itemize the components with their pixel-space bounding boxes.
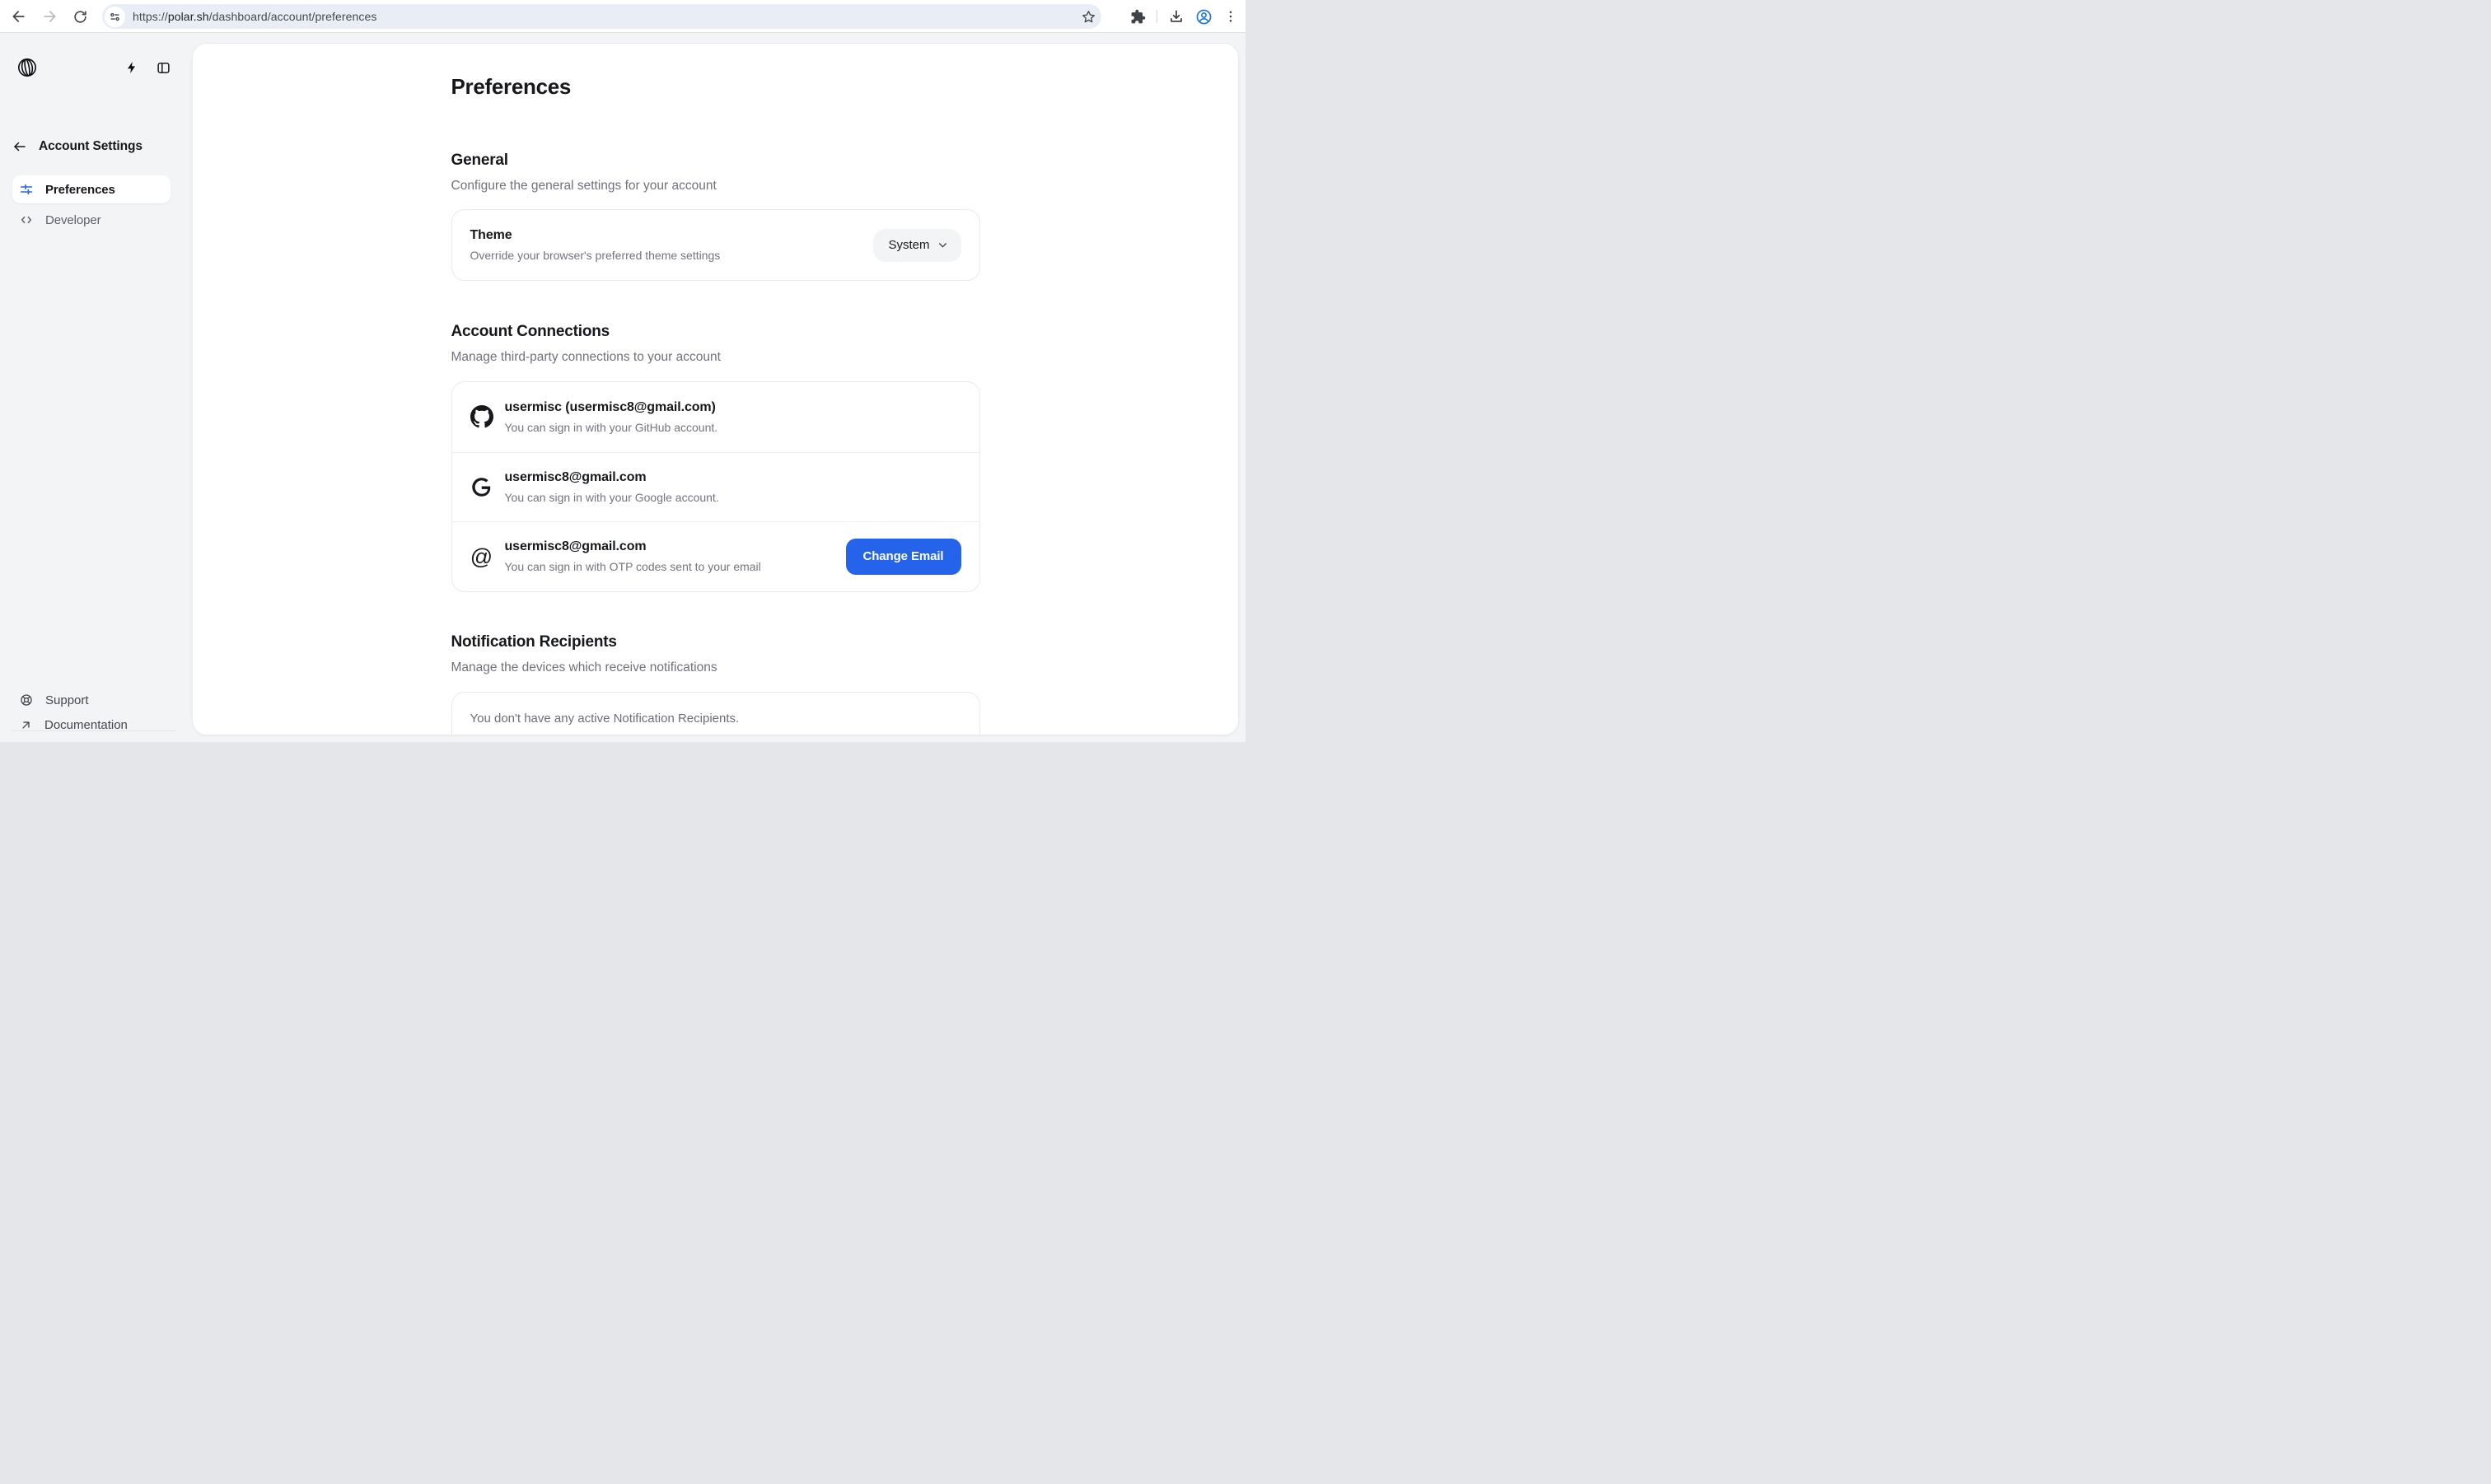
connection-text: usermisc (usermisc8@gmail.com) You can s… (505, 399, 718, 436)
download-icon (1168, 8, 1185, 25)
connection-description: You can sign in with your GitHub account… (505, 420, 718, 436)
sidebar: Account Settings Preferences Developer S… (0, 33, 192, 742)
sidebar-item-label: Documentation (44, 718, 128, 732)
connection-row-email: @ usermisc8@gmail.com You can sign in wi… (452, 521, 979, 591)
connection-title: usermisc8@gmail.com (505, 469, 719, 486)
panel-toggle-icon (157, 61, 171, 75)
connection-row-google: usermisc8@gmail.com You can sign in with… (452, 452, 979, 522)
bookmark-button[interactable] (1081, 9, 1096, 25)
at-sign-icon: @ (470, 545, 493, 568)
sidebar-toggle-button[interactable] (157, 61, 171, 75)
main-panel: Preferences General Configure the genera… (192, 43, 1239, 735)
connection-row-github: usermisc (usermisc8@gmail.com) You can s… (452, 382, 979, 452)
site-info-icon (109, 11, 121, 23)
theme-setting-card: Theme Override your browser's preferred … (451, 209, 980, 281)
url-domain: polar.sh (168, 10, 209, 23)
sidebar-item-preferences[interactable]: Preferences (12, 175, 171, 203)
browser-toolbar: https://polar.sh/dashboard/account/prefe… (0, 0, 1246, 33)
lifebuoy-icon (20, 693, 33, 707)
section-heading-notifications: Notification Recipients (451, 632, 980, 653)
profile-button[interactable] (1195, 8, 1213, 26)
url-scheme: https:// (133, 10, 168, 23)
empty-state-text: You don't have any active Notification R… (470, 711, 961, 727)
sidebar-item-label: Developer (45, 213, 100, 227)
site-info-chip[interactable] (105, 7, 125, 27)
theme-setting-text: Theme Override your browser's preferred … (470, 226, 721, 264)
connection-title: usermisc8@gmail.com (505, 538, 761, 555)
sidebar-item-label: Support (45, 693, 89, 707)
url-path: /dashboard/account/preferences (209, 10, 377, 23)
connection-text: usermisc8@gmail.com You can sign in with… (505, 469, 719, 506)
browser-window: https://polar.sh/dashboard/account/prefe… (0, 0, 1246, 742)
section-heading-general: General (451, 150, 980, 171)
sidebar-item-support[interactable]: Support (12, 688, 171, 712)
code-icon (20, 213, 33, 226)
extensions-icon (1130, 9, 1146, 25)
sidebar-divider (12, 730, 175, 731)
section-description-notifications: Manage the devices which receive notific… (451, 659, 980, 677)
connections-card: usermisc (usermisc8@gmail.com) You can s… (451, 381, 980, 592)
profile-icon (1195, 8, 1213, 26)
sidebar-item-developer[interactable]: Developer (12, 206, 171, 234)
connection-text: usermisc8@gmail.com You can sign in with… (505, 538, 761, 575)
connection-title: usermisc (usermisc8@gmail.com) (505, 399, 718, 416)
connection-description: You can sign in with your Google account… (505, 490, 719, 506)
back-label: Account Settings (39, 139, 143, 154)
change-email-button[interactable]: Change Email (846, 539, 961, 575)
forward-icon (41, 8, 58, 25)
bookmark-star-icon (1081, 9, 1096, 25)
chevron-down-icon (937, 240, 948, 250)
back-icon (11, 8, 27, 25)
section-description-general: Configure the general settings for your … (451, 177, 980, 195)
back-button[interactable] (5, 2, 33, 30)
sidebar-item-documentation[interactable]: Documentation (12, 712, 171, 737)
quick-actions-button[interactable] (125, 61, 138, 74)
theme-selected-value: System (888, 238, 929, 252)
notification-recipients-card: You don't have any active Notification R… (451, 692, 980, 735)
back-arrow-icon (12, 139, 27, 154)
section-heading-connections: Account Connections (451, 321, 980, 343)
theme-label: Theme (470, 226, 721, 244)
forward-button[interactable] (35, 2, 63, 30)
connection-description: You can sign in with OTP codes sent to y… (505, 559, 761, 575)
github-icon (470, 405, 493, 428)
sidebar-item-label: Preferences (45, 183, 115, 197)
page-title: Preferences (451, 73, 980, 100)
reload-button[interactable] (66, 2, 94, 30)
lightning-icon (125, 61, 138, 74)
section-description-connections: Manage third-party connections to your a… (451, 348, 980, 366)
theme-description: Override your browser's preferred theme … (470, 248, 721, 264)
theme-select[interactable]: System (873, 229, 960, 262)
extensions-button[interactable] (1130, 9, 1146, 25)
downloads-button[interactable] (1168, 8, 1185, 25)
back-to-dashboard[interactable]: Account Settings (12, 134, 180, 159)
google-icon (470, 475, 493, 498)
reload-icon (72, 9, 88, 25)
address-bar[interactable]: https://polar.sh/dashboard/account/prefe… (102, 4, 1101, 29)
browser-menu-button[interactable] (1223, 9, 1238, 24)
url-text: https://polar.sh/dashboard/account/prefe… (133, 10, 376, 23)
kebab-menu-icon (1223, 9, 1238, 24)
arrow-up-right-icon (20, 719, 32, 731)
polar-logo[interactable] (17, 58, 37, 77)
adjustments-icon (20, 183, 33, 196)
